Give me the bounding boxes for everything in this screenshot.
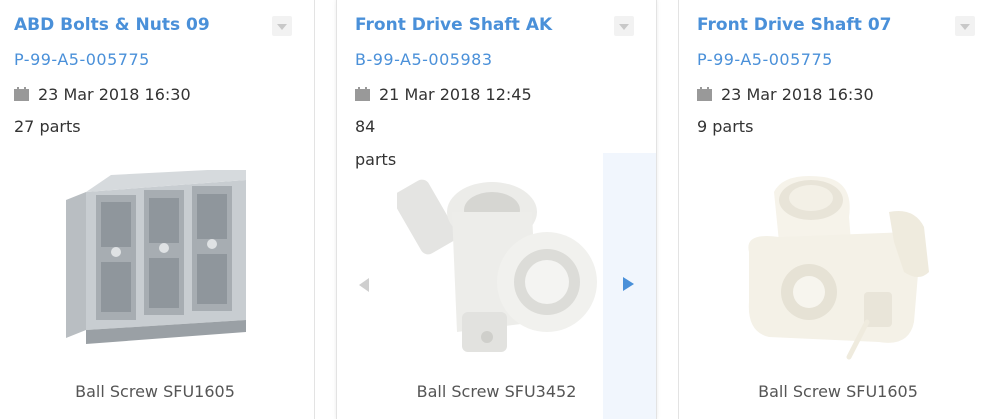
date-row: 23 Mar 2018 16:30	[14, 83, 191, 105]
card-title[interactable]: ABD Bolts & Nuts 09	[14, 15, 210, 35]
date-row: 21 Mar 2018 12:45	[355, 83, 532, 105]
calendar-icon	[355, 87, 370, 101]
dropdown-triangle-icon	[277, 24, 287, 30]
card-title[interactable]: Front Drive Shaft 07	[697, 15, 892, 35]
parts-count: 9 parts	[697, 117, 754, 136]
calendar-icon	[697, 87, 712, 101]
date-text: 23 Mar 2018 16:30	[38, 84, 191, 104]
parts-count: 27 parts	[14, 117, 81, 136]
parts-unit: parts	[355, 150, 397, 169]
chevron-right-icon	[623, 277, 634, 291]
calendar-icon	[14, 87, 29, 101]
date-text: 23 Mar 2018 16:30	[721, 84, 874, 104]
next-image-button[interactable]	[603, 153, 656, 419]
part-image[interactable]	[56, 170, 256, 365]
part-caption: Ball Screw SFU3452	[416, 382, 577, 401]
part-number-link[interactable]: B-99-A5-005983	[355, 50, 493, 69]
card-menu-button[interactable]	[272, 16, 292, 36]
part-number-link[interactable]: P-99-A5-005775	[14, 50, 150, 69]
prev-image-button[interactable]	[359, 278, 373, 294]
part-card-1[interactable]: ABD Bolts & Nuts 09 P-99-A5-005775 23 Ma…	[0, 0, 315, 419]
date-row: 23 Mar 2018 16:30	[697, 83, 874, 105]
part-image[interactable]	[739, 172, 939, 367]
card-menu-button[interactable]	[614, 16, 634, 36]
card-menu-button[interactable]	[955, 16, 975, 36]
dropdown-triangle-icon	[960, 24, 970, 30]
part-number-link[interactable]: P-99-A5-005775	[697, 50, 833, 69]
part-caption: Ball Screw SFU1605	[758, 382, 918, 401]
part-card-3[interactable]: Front Drive Shaft 07 P-99-A5-005775 23 M…	[678, 0, 997, 419]
part-card-2[interactable]: Front Drive Shaft AK B-99-A5-005983 21 M…	[336, 0, 657, 419]
parts-count: 84	[355, 117, 376, 136]
card-title[interactable]: Front Drive Shaft AK	[355, 15, 552, 35]
date-text: 21 Mar 2018 12:45	[379, 84, 532, 104]
chevron-left-icon	[359, 278, 369, 292]
part-image[interactable]	[397, 172, 602, 362]
dropdown-triangle-icon	[619, 24, 629, 30]
part-caption: Ball Screw SFU1605	[75, 382, 235, 401]
